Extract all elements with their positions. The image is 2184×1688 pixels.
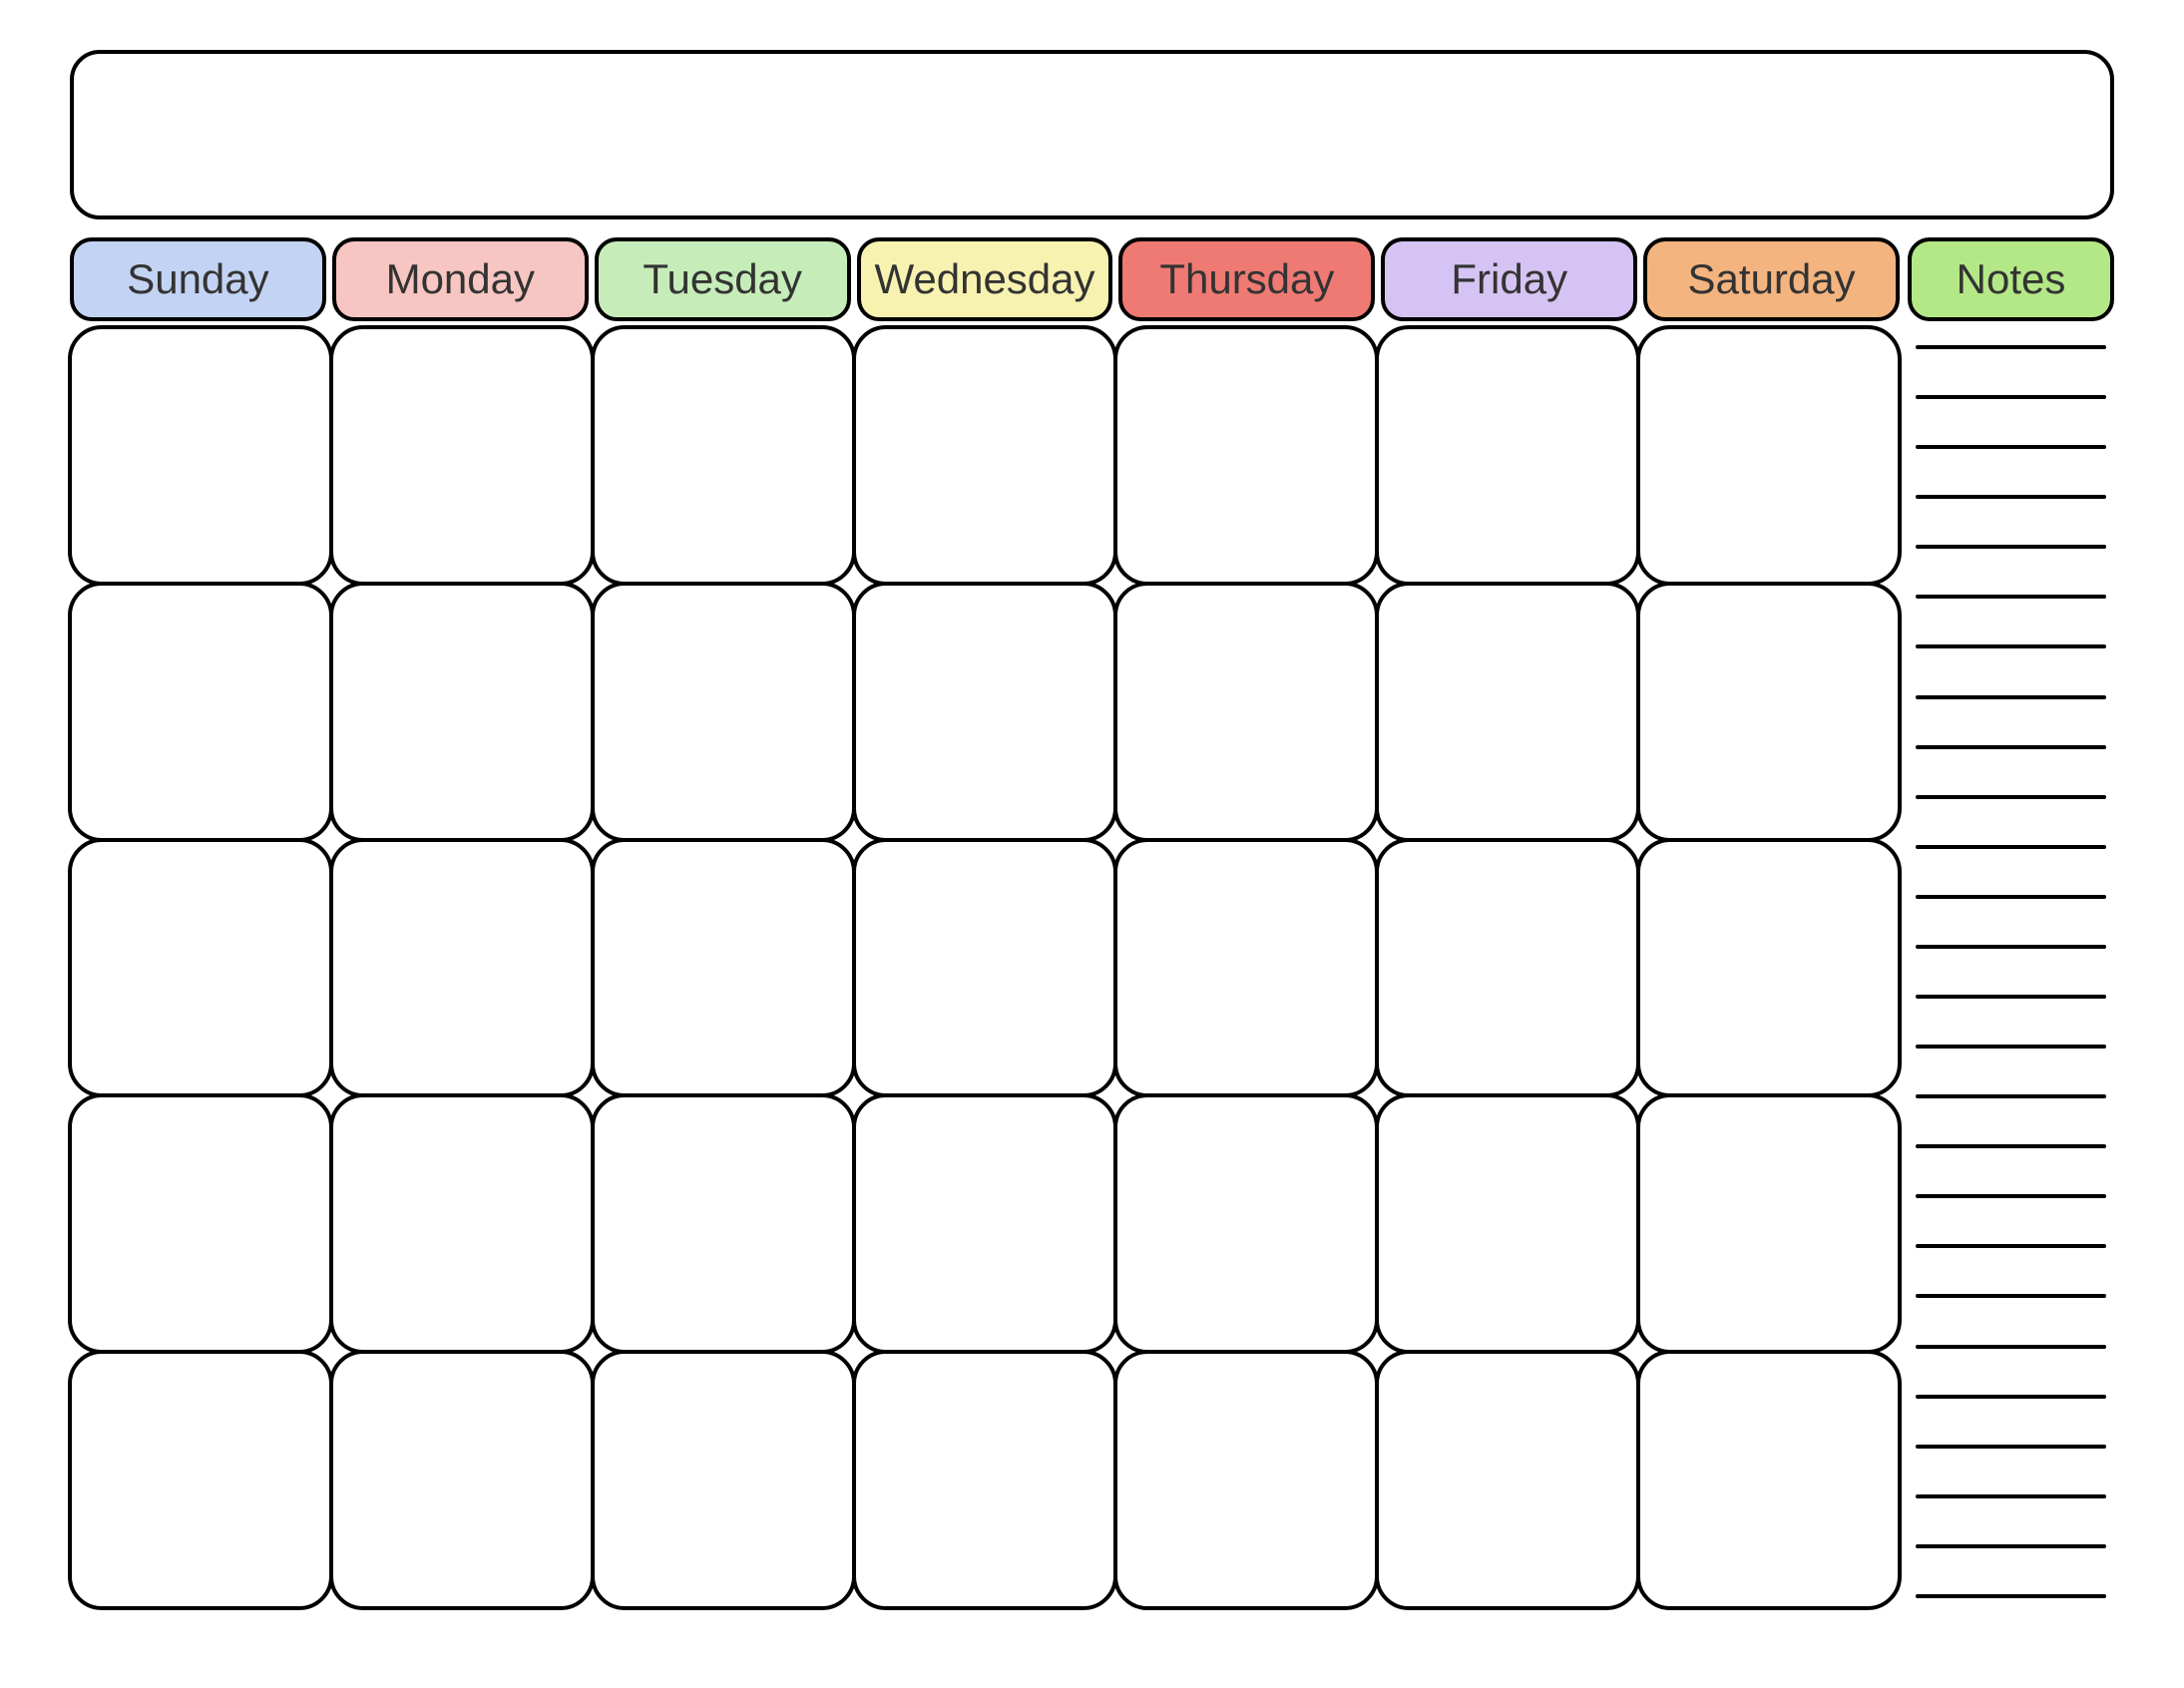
header-thursday: Thursday — [1118, 237, 1375, 321]
day-cell[interactable] — [591, 582, 856, 842]
day-cell[interactable] — [852, 838, 1117, 1098]
day-cell[interactable] — [1375, 838, 1640, 1098]
day-cell[interactable] — [68, 838, 333, 1098]
day-cell[interactable] — [329, 325, 595, 586]
week-row — [70, 1352, 1900, 1608]
note-line — [1916, 995, 2106, 999]
week-row — [70, 327, 1900, 584]
day-cell[interactable] — [1113, 1093, 1379, 1354]
notes-area: Notes — [1908, 237, 2114, 1608]
day-cell[interactable] — [1636, 838, 1902, 1098]
note-line — [1916, 795, 2106, 799]
day-cell[interactable] — [68, 1350, 333, 1610]
note-line — [1916, 1445, 2106, 1449]
day-cell[interactable] — [591, 325, 856, 586]
note-line — [1916, 345, 2106, 349]
day-cell[interactable] — [1636, 325, 1902, 586]
note-line — [1916, 1294, 2106, 1298]
calendar-grid — [70, 327, 1900, 1608]
note-line — [1916, 1544, 2106, 1548]
note-line — [1916, 495, 2106, 499]
day-cell[interactable] — [852, 1093, 1117, 1354]
note-line — [1916, 545, 2106, 549]
day-cell[interactable] — [68, 1093, 333, 1354]
day-cell[interactable] — [852, 1350, 1117, 1610]
note-line — [1916, 1395, 2106, 1399]
day-cell[interactable] — [1636, 582, 1902, 842]
day-cell[interactable] — [1375, 325, 1640, 586]
calendar: Sunday Monday Tuesday Wednesday Thursday… — [70, 50, 2114, 1608]
note-line — [1916, 1345, 2106, 1349]
day-cell[interactable] — [1113, 1350, 1379, 1610]
header-tuesday: Tuesday — [595, 237, 851, 321]
note-line — [1916, 1494, 2106, 1498]
day-cell[interactable] — [68, 582, 333, 842]
day-cell[interactable] — [1375, 1350, 1640, 1610]
header-sunday: Sunday — [70, 237, 326, 321]
weekday-headers: Sunday Monday Tuesday Wednesday Thursday… — [70, 237, 1900, 321]
week-row — [70, 840, 1900, 1096]
day-cell[interactable] — [1113, 582, 1379, 842]
day-cell[interactable] — [329, 838, 595, 1098]
note-line — [1916, 695, 2106, 699]
day-cell[interactable] — [1113, 325, 1379, 586]
note-line — [1916, 1194, 2106, 1198]
note-line — [1916, 1094, 2106, 1098]
header-wednesday: Wednesday — [857, 237, 1113, 321]
note-line — [1916, 1594, 2106, 1598]
notes-header: Notes — [1908, 237, 2114, 321]
calendar-body: Sunday Monday Tuesday Wednesday Thursday… — [70, 237, 2114, 1608]
header-monday: Monday — [332, 237, 589, 321]
note-line — [1916, 644, 2106, 648]
note-line — [1916, 745, 2106, 749]
day-cell[interactable] — [329, 1350, 595, 1610]
day-cell[interactable] — [591, 1093, 856, 1354]
day-cell[interactable] — [329, 582, 595, 842]
day-cell[interactable] — [68, 325, 333, 586]
day-cell[interactable] — [329, 1093, 595, 1354]
note-line — [1916, 845, 2106, 849]
note-line — [1916, 395, 2106, 399]
day-cell[interactable] — [852, 582, 1117, 842]
day-cell[interactable] — [1375, 1093, 1640, 1354]
note-line — [1916, 895, 2106, 899]
day-cell[interactable] — [591, 838, 856, 1098]
note-line — [1916, 1045, 2106, 1049]
day-cell[interactable] — [1113, 838, 1379, 1098]
day-cell[interactable] — [852, 325, 1117, 586]
note-line — [1916, 1244, 2106, 1248]
header-saturday: Saturday — [1643, 237, 1900, 321]
note-line — [1916, 945, 2106, 949]
note-line — [1916, 1144, 2106, 1148]
day-cell[interactable] — [1636, 1350, 1902, 1610]
day-cell[interactable] — [1375, 582, 1640, 842]
note-line — [1916, 445, 2106, 449]
month-title-area[interactable] — [70, 50, 2114, 219]
header-friday: Friday — [1381, 237, 1637, 321]
day-cell[interactable] — [591, 1350, 856, 1610]
days-area: Sunday Monday Tuesday Wednesday Thursday… — [70, 237, 1900, 1608]
notes-lines[interactable] — [1908, 335, 2114, 1608]
note-line — [1916, 595, 2106, 599]
week-row — [70, 1095, 1900, 1352]
week-row — [70, 584, 1900, 840]
day-cell[interactable] — [1636, 1093, 1902, 1354]
